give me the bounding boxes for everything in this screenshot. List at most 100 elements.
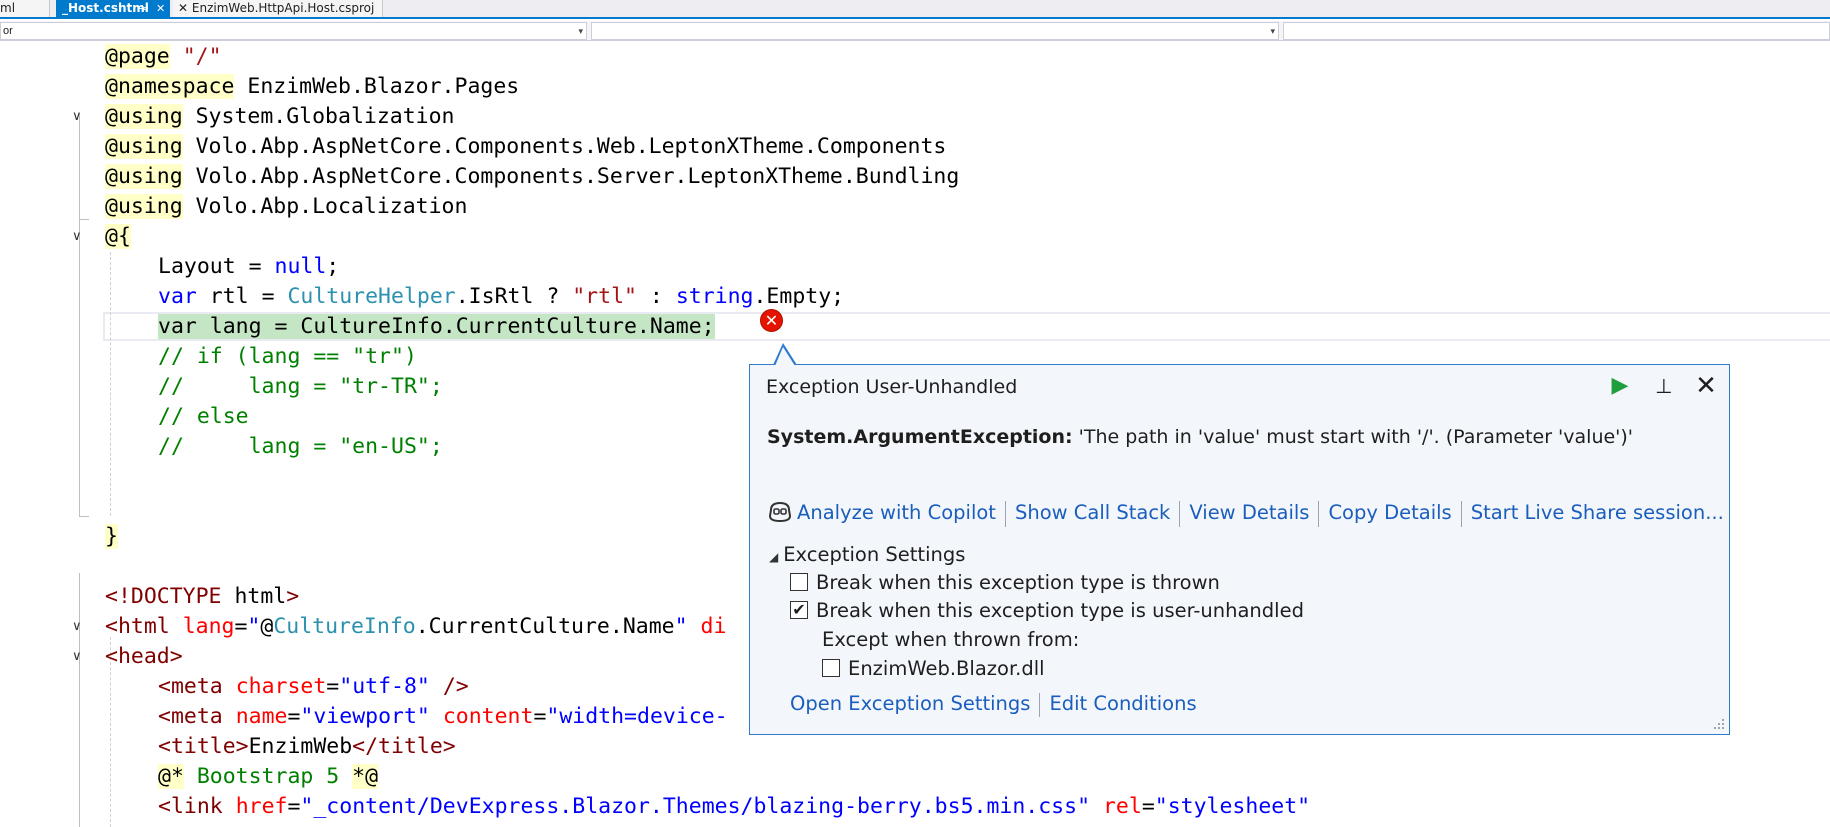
code-line[interactable]: <link href="_content/DevExpress.Blazor.T…	[158, 792, 1310, 822]
tab-host-cshtml[interactable]: _Host.cshtml ⊸ ✕	[56, 0, 170, 17]
type-dropdown[interactable]: ▾	[591, 22, 1279, 40]
code-token: <html	[105, 614, 170, 639]
code-token: // if (lang == "tr")	[158, 344, 417, 369]
tab-label: ml	[0, 1, 16, 15]
document-tab-strip: ml _Host.cshtml ⊸ ✕ ✕ EnzimWeb.HttpApi.H…	[0, 0, 1830, 19]
code-token: EnzimWeb.Blazor.Pages	[234, 74, 520, 99]
exception-settings-label: Exception Settings	[783, 543, 966, 566]
exception-text: 'The path in 'value' must start with '/'…	[1072, 426, 1634, 448]
exception-settings-header[interactable]: ◢ Exception Settings	[769, 541, 965, 571]
code-token: System.Globalization	[182, 104, 455, 129]
code-line[interactable]: @namespace EnzimWeb.Blazor.Pages	[105, 72, 519, 102]
code-token: @using	[105, 134, 183, 159]
code-line[interactable]: <meta charset="utf-8" />	[158, 672, 469, 702]
code-line[interactable]: @using Volo.Abp.Localization	[105, 192, 467, 222]
code-token: rel	[1102, 794, 1142, 819]
code-token: =	[533, 704, 547, 729]
code-token: "/"	[182, 44, 222, 69]
code-line[interactable]: // lang = "en-US";	[158, 432, 443, 462]
break-when-unhandled-checkbox[interactable]: ✔	[790, 600, 808, 619]
code-line[interactable]: var rtl = CultureHelper.IsRtl ? "rtl" : …	[158, 282, 844, 312]
link-separator	[1318, 500, 1320, 527]
code-line[interactable]: <!DOCTYPE html>	[105, 582, 299, 612]
code-token: =	[287, 794, 301, 819]
code-token: <meta	[158, 704, 223, 729]
close-tab-icon[interactable]: ✕	[156, 0, 165, 17]
code-line[interactable]: @using Volo.Abp.AspNetCore.Components.We…	[105, 132, 946, 162]
fold-chevron-icon[interactable]: ∨	[72, 642, 86, 672]
code-token: *@	[352, 764, 379, 789]
code-line[interactable]: // lang = "tr-TR";	[158, 372, 443, 402]
code-line[interactable]: <title>EnzimWeb</title>	[158, 732, 456, 762]
pin-tab-icon[interactable]: ⊸	[138, 0, 147, 17]
analyze-with-copilot-link[interactable]: Analyze with Copilot	[797, 501, 996, 524]
close-tab-icon[interactable]: ✕	[178, 1, 188, 15]
tab-partial[interactable]: ml	[0, 0, 50, 17]
member-dropdown[interactable]	[1283, 22, 1830, 40]
code-line[interactable]: @{	[105, 222, 131, 252]
exception-message: System.ArgumentException: 'The path in '…	[767, 423, 1633, 451]
resize-grip-icon[interactable]	[1710, 715, 1726, 731]
link-separator	[1460, 500, 1462, 527]
code-line[interactable]: // else	[158, 402, 249, 432]
tab-label: _Host.cshtml	[62, 1, 149, 15]
edit-conditions-link[interactable]: Edit Conditions	[1049, 692, 1196, 715]
code-line[interactable]: @* Bootstrap 5 *@	[158, 762, 379, 792]
fold-chevron-icon[interactable]: ∨	[72, 102, 86, 132]
popup-pointer-fill	[775, 347, 795, 366]
code-token: string	[675, 284, 754, 309]
code-line[interactable]: }	[105, 522, 118, 552]
popup-title: Exception User-Unhandled	[766, 376, 1018, 398]
code-token: <meta	[158, 674, 223, 699]
pin-icon[interactable]: ⊥	[1649, 371, 1679, 401]
except-dll-checkbox[interactable]	[822, 658, 840, 677]
project-dropdown[interactable]: or ▾	[0, 22, 587, 40]
code-token: EnzimWeb	[248, 734, 353, 759]
continue-icon[interactable]: ▶	[1605, 371, 1635, 401]
code-line[interactable]: <head>	[105, 642, 183, 672]
code-token: />	[442, 674, 469, 699]
copy-details-link[interactable]: Copy Details	[1328, 501, 1451, 524]
tab-host-csproj[interactable]: ✕ EnzimWeb.HttpApi.Host.csproj	[173, 0, 383, 17]
code-token: var lang = CultureInfo.CurrentCulture.Na…	[158, 314, 715, 339]
code-token: html	[221, 584, 287, 609]
code-line[interactable]: var lang = CultureInfo.CurrentCulture.Na…	[158, 312, 715, 342]
code-line[interactable]: <meta name="viewport" content="width=dev…	[158, 702, 728, 732]
code-token: CultureHelper	[287, 284, 456, 309]
start-live-share-link[interactable]: Start Live Share session...	[1471, 501, 1724, 524]
code-token: </title>	[352, 734, 456, 759]
fold-chevron-icon[interactable]: ∨	[72, 222, 86, 252]
break-when-thrown-row[interactable]: Break when this exception type is thrown	[790, 569, 1220, 597]
close-icon[interactable]: ✕	[1691, 371, 1721, 401]
code-line[interactable]: <html lang="@CultureInfo.CurrentCulture.…	[105, 612, 726, 642]
code-line[interactable]: @page "/"	[105, 42, 222, 72]
code-token: Volo.Abp.Localization	[182, 194, 468, 219]
code-line[interactable]: Layout = null;	[158, 252, 339, 282]
copilot-icon	[768, 501, 792, 522]
code-token: // else	[158, 404, 249, 429]
break-when-unhandled-row[interactable]: ✔ Break when this exception type is user-…	[790, 597, 1304, 625]
fold-chevron-icon[interactable]: ∨	[72, 612, 86, 642]
code-token: <head>	[105, 644, 183, 669]
code-token: @*	[158, 764, 184, 789]
except-dll-row[interactable]: EnzimWeb.Blazor.dll	[822, 655, 1045, 683]
code-line[interactable]: // if (lang == "tr")	[158, 342, 417, 372]
code-token: =	[287, 704, 301, 729]
view-details-link[interactable]: View Details	[1189, 501, 1309, 524]
break-when-thrown-checkbox[interactable]	[790, 572, 808, 591]
show-call-stack-link[interactable]: Show Call Stack	[1015, 501, 1170, 524]
error-glyph-icon[interactable]: ✕	[760, 309, 783, 332]
code-line[interactable]: @using System.Globalization	[105, 102, 455, 132]
code-line[interactable]: @using Volo.Abp.AspNetCore.Components.Se…	[105, 162, 959, 192]
open-exception-settings-link[interactable]: Open Exception Settings	[790, 692, 1030, 715]
code-token: =	[326, 674, 340, 699]
navigation-bar: or ▾ ▾	[0, 21, 1830, 41]
code-token: "	[674, 614, 688, 639]
exception-popup: Exception User-Unhandled ▶ ⊥ ✕ System.Ar…	[749, 364, 1730, 735]
